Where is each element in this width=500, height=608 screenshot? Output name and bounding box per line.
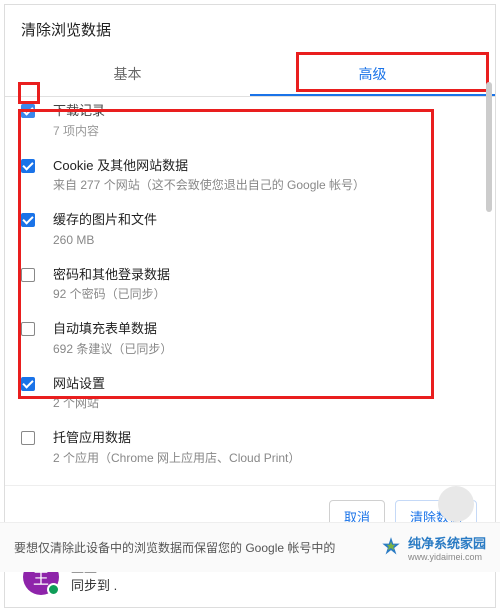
item-title: 下载记录 [53,101,479,121]
item-sub: 7 项内容 [53,122,479,140]
dialog-title: 清除浏览数据 [5,5,495,54]
checkbox[interactable] [21,268,35,282]
list-item: Cookie 及其他网站数据 来自 277 个网站（这不会致使您退出自己的 Go… [21,148,479,203]
item-sub: 2 个网站 [53,394,479,412]
logo-icon [378,535,404,561]
list-item: 网站设置 2 个网站 [21,366,479,421]
checkbox[interactable] [21,213,35,227]
list-item: 自动填充表单数据 692 条建议（已同步） [21,311,479,366]
list-item: 缓存的图片和文件 260 MB [21,202,479,257]
list-item: 密码和其他登录数据 92 个密码（已同步） [21,257,479,312]
checkbox[interactable] [21,159,35,173]
decoration-icon [438,486,474,522]
item-sub: 92 个密码（已同步） [53,285,479,303]
footer-logo: 纯净系统家园 www.yidaimei.com [378,533,486,562]
checkbox[interactable] [21,431,35,445]
content-area: 下载记录 7 项内容 Cookie 及其他网站数据 来自 277 个网站（这不会… [5,93,495,475]
footer: 要想仅清除此设备中的浏览数据而保留您的 Google 帐号中的 纯净系统家园 w… [0,522,500,572]
tab-basic[interactable]: 基本 [5,54,250,96]
item-title: 缓存的图片和文件 [53,210,479,230]
list-item: 托管应用数据 2 个应用（Chrome 网上应用店、Cloud Print） [21,420,479,475]
item-title: 托管应用数据 [53,428,479,448]
item-sub: 来自 277 个网站（这不会致使您退出自己的 Google 帐号） [53,176,479,194]
item-title: Cookie 及其他网站数据 [53,156,479,176]
item-sub: 692 条建议（已同步） [53,340,479,358]
item-sub: 260 MB [53,231,479,249]
footer-text: 要想仅清除此设备中的浏览数据而保留您的 Google 帐号中的 [14,539,335,556]
account-sync: 同步到 . [71,577,117,595]
tabs: 基本 高级 [5,54,495,97]
tab-advanced[interactable]: 高级 [250,54,495,96]
brand-url: www.yidaimei.com [408,552,486,562]
sync-badge-icon [47,583,60,596]
item-title: 自动填充表单数据 [53,319,479,339]
brand-name: 纯净系统家园 [408,533,486,552]
item-sub: 2 个应用（Chrome 网上应用店、Cloud Print） [53,449,479,467]
scrollbar-thumb[interactable] [486,82,492,212]
checkbox[interactable] [21,322,35,336]
item-title: 网站设置 [53,374,479,394]
item-title: 密码和其他登录数据 [53,265,479,285]
checkbox[interactable] [21,104,35,118]
scrollbar[interactable] [486,82,492,402]
checkbox[interactable] [21,377,35,391]
list-item: 下载记录 7 项内容 [21,93,479,148]
